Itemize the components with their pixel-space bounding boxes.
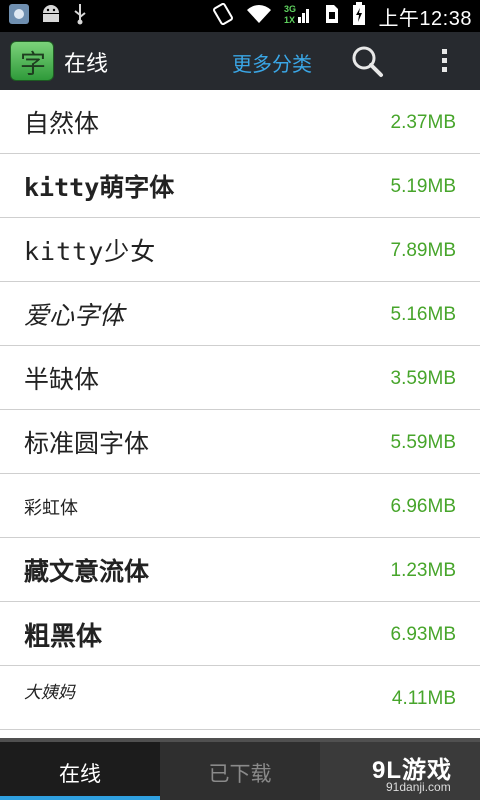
font-size: 6.93MB: [390, 624, 456, 645]
svg-text:1X: 1X: [284, 15, 295, 25]
usb-debug-icon: [8, 3, 30, 29]
watermark-url: 91danji.com: [386, 780, 451, 794]
font-name: kitty少女: [24, 237, 157, 266]
svg-text:3G: 3G: [284, 4, 296, 14]
list-item[interactable]: 爱心字体 5.16MB: [0, 282, 480, 346]
search-icon[interactable]: [350, 44, 386, 80]
system-icons: 3G 1X 上午12:38: [212, 2, 472, 30]
font-size: 5.59MB: [390, 432, 456, 453]
list-item[interactable]: 自然体 2.37MB: [0, 90, 480, 154]
watermark: 9L游戏 91danji.com: [372, 750, 480, 800]
usb-icon: [72, 3, 88, 29]
list-item[interactable]: 半缺体 3.59MB: [0, 346, 480, 410]
font-name: kitty萌字体: [24, 173, 175, 202]
list-item[interactable]: 粗黑体 6.93MB: [0, 602, 480, 666]
battery-charging-icon: [352, 2, 366, 30]
list-item[interactable]: 彩虹体 6.96MB: [0, 474, 480, 538]
tab-online-label: 在线: [59, 762, 101, 786]
font-name: 藏文意流体: [24, 557, 150, 586]
notification-icons: [8, 4, 88, 28]
rotation-lock-icon: [212, 2, 234, 29]
font-size: 5.19MB: [390, 176, 456, 197]
font-size: 1.23MB: [390, 560, 456, 581]
font-name: 粗黑体: [24, 622, 103, 652]
app-logo[interactable]: 字: [10, 41, 54, 81]
font-size: 2.37MB: [390, 112, 456, 133]
font-list: 自然体 2.37MB kitty萌字体 5.19MB kitty少女 7.89M…: [0, 90, 480, 738]
list-item[interactable]: 藏文意流体 1.23MB: [0, 538, 480, 602]
tab-online[interactable]: 在线: [0, 742, 160, 800]
tab-downloaded[interactable]: 已下载: [160, 742, 320, 800]
status-bar: 3G 1X 上午12:38: [0, 0, 480, 32]
clock: 上午12:38: [378, 7, 472, 30]
action-bar: 字 在线 更多分类: [0, 32, 480, 90]
font-size: 6.96MB: [390, 496, 456, 517]
more-categories-button[interactable]: 更多分类: [232, 48, 312, 77]
wifi-icon: [246, 3, 272, 29]
font-size: 3.59MB: [390, 368, 456, 389]
list-item[interactable]: 大姨妈 4.11MB: [0, 666, 480, 730]
font-name: 自然体: [24, 109, 100, 138]
app-logo-glyph: 字: [19, 50, 46, 80]
list-item[interactable]: kitty少女 7.89MB: [0, 218, 480, 282]
overflow-menu-icon[interactable]: [436, 46, 452, 78]
tab-selected-indicator: [0, 796, 160, 800]
font-name: 标准圆字体: [24, 429, 150, 458]
font-name: 半缺体: [24, 365, 100, 394]
font-name: 彩虹体: [24, 498, 78, 519]
signal-3g-icon: 3G 1X: [284, 3, 312, 29]
page-title: 在线: [64, 52, 109, 77]
tab-downloaded-label: 已下载: [208, 762, 272, 786]
list-item[interactable]: 标准圆字体 5.59MB: [0, 410, 480, 474]
font-size: 7.89MB: [390, 240, 456, 261]
font-size: 5.16MB: [390, 304, 456, 325]
sim-icon: [324, 3, 340, 29]
font-name: 大姨妈: [24, 683, 75, 703]
font-size: 4.11MB: [391, 688, 456, 709]
android-icon: [40, 3, 62, 29]
list-item[interactable]: kitty萌字体 5.19MB: [0, 154, 480, 218]
font-name: 爱心字体: [24, 301, 125, 330]
